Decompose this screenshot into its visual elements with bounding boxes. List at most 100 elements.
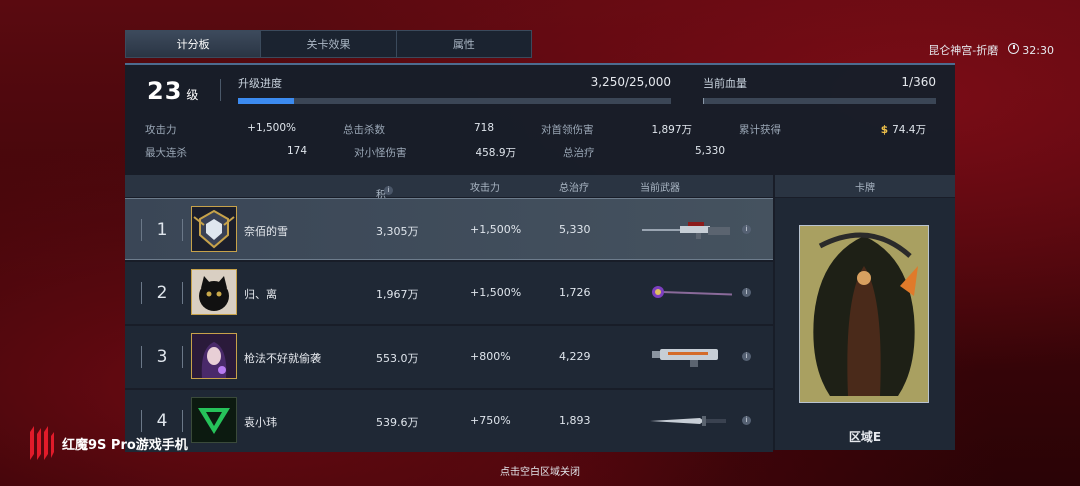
stat-attack: 攻击力 +1,500% <box>145 122 343 137</box>
health-bar-fill <box>703 98 705 104</box>
player-heal: 1,893 <box>559 414 591 427</box>
player-attack: +750% <box>470 414 511 427</box>
stat-label: 总治疗 <box>563 147 595 159</box>
cat-avatar-icon <box>192 270 236 314</box>
stat-value-text: 74.4万 <box>892 124 926 136</box>
card-name: 区域E <box>848 430 882 444</box>
upgrade-progress-bar <box>238 98 671 104</box>
table-row[interactable]: 4 袁小玮 539.6万 +750% 1,893 i <box>125 390 773 452</box>
avatar <box>191 333 237 379</box>
stat-total-earned: 累计获得 $74.4万 <box>739 122 937 137</box>
stat-minion-damage: 对小怪伤害 458.9万 <box>354 145 563 160</box>
weapon-info-icon[interactable]: i <box>742 352 751 361</box>
heavy-gun-icon <box>652 349 718 367</box>
stat-value: 174 <box>286 145 307 157</box>
weapon-info-icon[interactable]: i <box>742 288 751 297</box>
stat-value: +1,500% <box>247 122 296 134</box>
map-name: 昆仑神宫-折磨 <box>928 44 999 57</box>
upgrade-value: 3,250/25,000 <box>590 75 671 89</box>
rank: 2 <box>141 282 183 304</box>
watermark-text: 红魔9S Pro游戏手机 <box>62 437 188 453</box>
player-attack: +800% <box>470 350 511 363</box>
tab-bar: 计分板 关卡效果 属性 <box>125 30 532 58</box>
timer: 32:30 <box>1008 43 1054 57</box>
upgrade-label: 升级进度 <box>238 77 282 90</box>
health-status: 当前血量 1/360 <box>703 75 936 104</box>
stat-label: 最大连杀 <box>145 147 187 159</box>
tab-attributes[interactable]: 属性 <box>397 31 531 57</box>
tab-scoreboard[interactable]: 计分板 <box>126 31 262 57</box>
upgrade-progress-fill <box>238 98 295 104</box>
stat-label: 对小怪伤害 <box>354 147 407 159</box>
player-name: 奈佰的雪 <box>244 225 288 238</box>
emblem-avatar-icon <box>192 207 236 251</box>
weapon-info-icon[interactable]: i <box>742 416 751 425</box>
stat-boss-damage: 对首领伤害 1,897万 <box>541 122 739 137</box>
divider <box>220 79 221 101</box>
player-heal: 1,726 <box>559 286 591 299</box>
clock-icon <box>1008 43 1020 54</box>
player-score: 3,305万 <box>376 225 419 238</box>
rank: 3 <box>141 346 183 368</box>
header-heal: 总治疗 <box>559 182 589 194</box>
magic-staff-icon <box>652 286 733 298</box>
player-name: 枪法不好就偷袭 <box>244 352 321 365</box>
player-score: 553.0万 <box>376 352 419 365</box>
girl-avatar-icon <box>192 334 236 378</box>
avatar <box>191 269 237 315</box>
stats-row: 攻击力 +1,500% 总击杀数 718 对首领伤害 1,897万 累计获得 $74.4… <box>145 118 937 141</box>
stat-value: $74.4万 <box>881 122 926 137</box>
table-row[interactable]: 1 奈佰的雪 3,305万 +1,500% 5,330 i <box>125 198 773 260</box>
table-row[interactable]: 3 枪法不好就偷袭 553.0万 +800% 4,229 i <box>125 326 773 388</box>
player-name: 归、离 <box>244 288 277 301</box>
tab-stage-effects[interactable]: 关卡效果 <box>261 31 397 57</box>
level-number: 23 <box>147 77 183 105</box>
level-unit: 级 <box>186 88 199 102</box>
stat-label: 总击杀数 <box>343 124 385 136</box>
stat-label: 累计获得 <box>739 124 781 136</box>
player-score: 539.6万 <box>376 416 419 429</box>
reaper-card-art-icon <box>800 226 928 402</box>
player-name: 袁小玮 <box>244 416 277 429</box>
card-image[interactable] <box>799 225 929 403</box>
player-level: 23 级 <box>147 77 198 105</box>
top-right-info: 昆仑神宫-折磨 32:30 <box>928 42 1054 58</box>
player-heal: 4,229 <box>559 350 591 363</box>
player-list: 1 奈佰的雪 3,305万 +1,500% 5,330 i 2 归、离 1,96… <box>125 198 773 454</box>
scoreboard-panel: 23 级 升级进度 3,250/25,000 当前血量 1/360 攻击力 +1,… <box>125 63 955 452</box>
avatar <box>191 397 237 443</box>
stat-value: 1,897万 <box>651 124 692 136</box>
stat-value: 718 <box>473 122 494 134</box>
stat-label: 攻击力 <box>145 124 177 136</box>
stat-total-kills: 总击杀数 718 <box>343 122 541 137</box>
device-watermark: 红魔9S Pro游戏手机 <box>26 424 188 462</box>
stat-value: 5,330 <box>694 145 725 157</box>
player-attack: +1,500% <box>470 286 522 299</box>
health-bar <box>703 98 936 104</box>
table-row[interactable]: 2 归、离 1,967万 +1,500% 1,726 i <box>125 262 773 324</box>
avatar <box>191 206 237 252</box>
stat-label: 对首领伤害 <box>541 124 594 136</box>
rank: 1 <box>141 219 183 241</box>
table-header: 积分i 攻击力 总治疗 当前武器 <box>125 175 773 216</box>
dagger-icon <box>650 416 726 426</box>
health-value: 1/360 <box>901 75 936 89</box>
card-panel: 区域E <box>775 198 955 450</box>
redmagic-logo-icon <box>30 426 54 460</box>
player-attack: +1,500% <box>470 223 522 236</box>
header-weapon: 当前武器 <box>640 182 680 194</box>
timer-value: 32:30 <box>1022 44 1054 57</box>
close-hint: 点击空白区域关闭 <box>500 467 580 478</box>
player-score: 1,967万 <box>376 288 419 301</box>
upgrade-progress: 升级进度 3,250/25,000 <box>238 75 671 104</box>
info-icon[interactable]: i <box>384 186 393 195</box>
health-label: 当前血量 <box>703 77 747 90</box>
header-attack: 攻击力 <box>470 182 500 194</box>
stat-max-streak: 最大连杀 174 <box>145 145 354 160</box>
stats-grid: 攻击力 +1,500% 总击杀数 718 对首领伤害 1,897万 累计获得 $74.4… <box>145 118 937 164</box>
stats-row: 最大连杀 174 对小怪伤害 458.9万 总治疗 5,330 <box>145 141 937 164</box>
green-logo-avatar-icon <box>192 398 236 442</box>
coin-icon: $ <box>880 124 889 136</box>
weapon-info-icon[interactable]: i <box>742 225 751 234</box>
stat-value: 458.9万 <box>475 147 516 159</box>
